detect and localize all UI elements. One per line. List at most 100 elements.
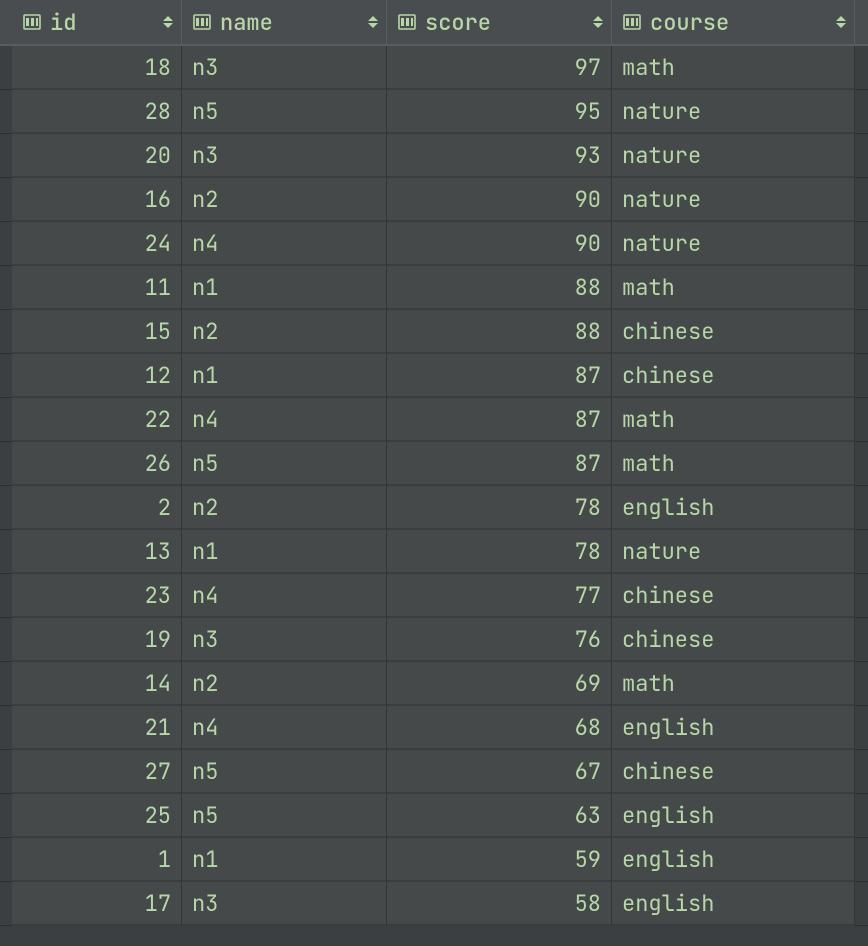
cell-course[interactable]: nature xyxy=(612,90,855,134)
cell-value: 78 xyxy=(575,493,601,522)
cell-value: n2 xyxy=(192,669,218,698)
cell-value: math xyxy=(622,669,675,698)
cell-id[interactable]: 25 xyxy=(12,794,182,838)
cell-course[interactable]: chinese xyxy=(612,618,855,662)
cell-name[interactable]: n1 xyxy=(182,266,387,310)
cell-name[interactable]: n3 xyxy=(182,134,387,178)
cell-score[interactable]: 77 xyxy=(387,574,612,618)
cell-name[interactable]: n1 xyxy=(182,354,387,398)
cell-id[interactable]: 1 xyxy=(12,838,182,882)
cell-value: n4 xyxy=(192,581,218,610)
cell-name[interactable]: n2 xyxy=(182,662,387,706)
cell-score[interactable]: 68 xyxy=(387,706,612,750)
cell-score[interactable]: 59 xyxy=(387,838,612,882)
cell-course[interactable]: english xyxy=(612,838,855,882)
cell-name[interactable]: n4 xyxy=(182,574,387,618)
cell-value: math xyxy=(622,449,675,478)
cell-score[interactable]: 88 xyxy=(387,310,612,354)
cell-course[interactable]: math xyxy=(612,662,855,706)
cell-course[interactable]: chinese xyxy=(612,750,855,794)
cell-course[interactable]: english xyxy=(612,486,855,530)
cell-name[interactable]: n2 xyxy=(182,310,387,354)
cell-score[interactable]: 87 xyxy=(387,442,612,486)
cell-score[interactable]: 90 xyxy=(387,222,612,266)
cell-id[interactable]: 15 xyxy=(12,310,182,354)
cell-name[interactable]: n5 xyxy=(182,442,387,486)
cell-course[interactable]: chinese xyxy=(612,574,855,618)
cell-id[interactable]: 12 xyxy=(12,354,182,398)
cell-id[interactable]: 26 xyxy=(12,442,182,486)
cell-course[interactable]: math xyxy=(612,46,855,90)
column-header-id[interactable]: id xyxy=(12,0,182,46)
cell-id[interactable]: 2 xyxy=(12,486,182,530)
cell-name[interactable]: n4 xyxy=(182,398,387,442)
cell-score[interactable]: 93 xyxy=(387,134,612,178)
cell-id[interactable]: 28 xyxy=(12,90,182,134)
cell-score[interactable]: 87 xyxy=(387,354,612,398)
cell-name[interactable]: n1 xyxy=(182,838,387,882)
cell-name[interactable]: n5 xyxy=(182,750,387,794)
cell-course[interactable]: chinese xyxy=(612,310,855,354)
cell-course[interactable]: nature xyxy=(612,222,855,266)
row-gutter xyxy=(0,310,12,354)
cell-id[interactable]: 11 xyxy=(12,266,182,310)
cell-value: nature xyxy=(622,537,701,566)
cell-id[interactable]: 16 xyxy=(12,178,182,222)
cell-id[interactable]: 19 xyxy=(12,618,182,662)
cell-id[interactable]: 14 xyxy=(12,662,182,706)
column-header-score[interactable]: score xyxy=(387,0,612,46)
row-gutter xyxy=(855,134,868,178)
cell-course[interactable]: math xyxy=(612,398,855,442)
cell-course[interactable]: nature xyxy=(612,530,855,574)
cell-id[interactable]: 20 xyxy=(12,134,182,178)
cell-id[interactable]: 18 xyxy=(12,46,182,90)
cell-course[interactable]: english xyxy=(612,706,855,750)
cell-name[interactable]: n2 xyxy=(182,486,387,530)
cell-score[interactable]: 88 xyxy=(387,266,612,310)
cell-name[interactable]: n4 xyxy=(182,706,387,750)
cell-id[interactable]: 13 xyxy=(12,530,182,574)
cell-score[interactable]: 87 xyxy=(387,398,612,442)
column-header-name[interactable]: name xyxy=(182,0,387,46)
cell-name[interactable]: n5 xyxy=(182,794,387,838)
cell-course[interactable]: math xyxy=(612,442,855,486)
cell-score[interactable]: 58 xyxy=(387,882,612,926)
cell-name[interactable]: n3 xyxy=(182,46,387,90)
cell-name[interactable]: n3 xyxy=(182,618,387,662)
cell-course[interactable]: nature xyxy=(612,134,855,178)
cell-name[interactable]: n1 xyxy=(182,530,387,574)
cell-score[interactable]: 69 xyxy=(387,662,612,706)
cell-score[interactable]: 63 xyxy=(387,794,612,838)
row-gutter xyxy=(855,222,868,266)
cell-score[interactable]: 67 xyxy=(387,750,612,794)
row-gutter xyxy=(855,398,868,442)
cell-name[interactable]: n2 xyxy=(182,178,387,222)
cell-course[interactable]: english xyxy=(612,882,855,926)
cell-id[interactable]: 23 xyxy=(12,574,182,618)
cell-id[interactable]: 21 xyxy=(12,706,182,750)
cell-course[interactable]: chinese xyxy=(612,354,855,398)
cell-name[interactable]: n5 xyxy=(182,90,387,134)
cell-name[interactable]: n3 xyxy=(182,882,387,926)
cell-score[interactable]: 95 xyxy=(387,90,612,134)
cell-score[interactable]: 76 xyxy=(387,618,612,662)
row-gutter xyxy=(855,90,868,134)
cell-score[interactable]: 78 xyxy=(387,530,612,574)
cell-score[interactable]: 78 xyxy=(387,486,612,530)
cell-value: 28 xyxy=(145,97,171,126)
cell-id[interactable]: 17 xyxy=(12,882,182,926)
cell-score[interactable]: 97 xyxy=(387,46,612,90)
cell-value: 95 xyxy=(575,97,601,126)
cell-score[interactable]: 90 xyxy=(387,178,612,222)
column-header-course[interactable]: course xyxy=(612,0,855,46)
cell-value: 69 xyxy=(575,669,601,698)
cell-id[interactable]: 22 xyxy=(12,398,182,442)
cell-course[interactable]: math xyxy=(612,266,855,310)
cell-id[interactable]: 27 xyxy=(12,750,182,794)
cell-course[interactable]: english xyxy=(612,794,855,838)
cell-id[interactable]: 24 xyxy=(12,222,182,266)
row-gutter xyxy=(0,398,12,442)
cell-name[interactable]: n4 xyxy=(182,222,387,266)
cell-value: chinese xyxy=(622,581,714,610)
cell-course[interactable]: nature xyxy=(612,178,855,222)
